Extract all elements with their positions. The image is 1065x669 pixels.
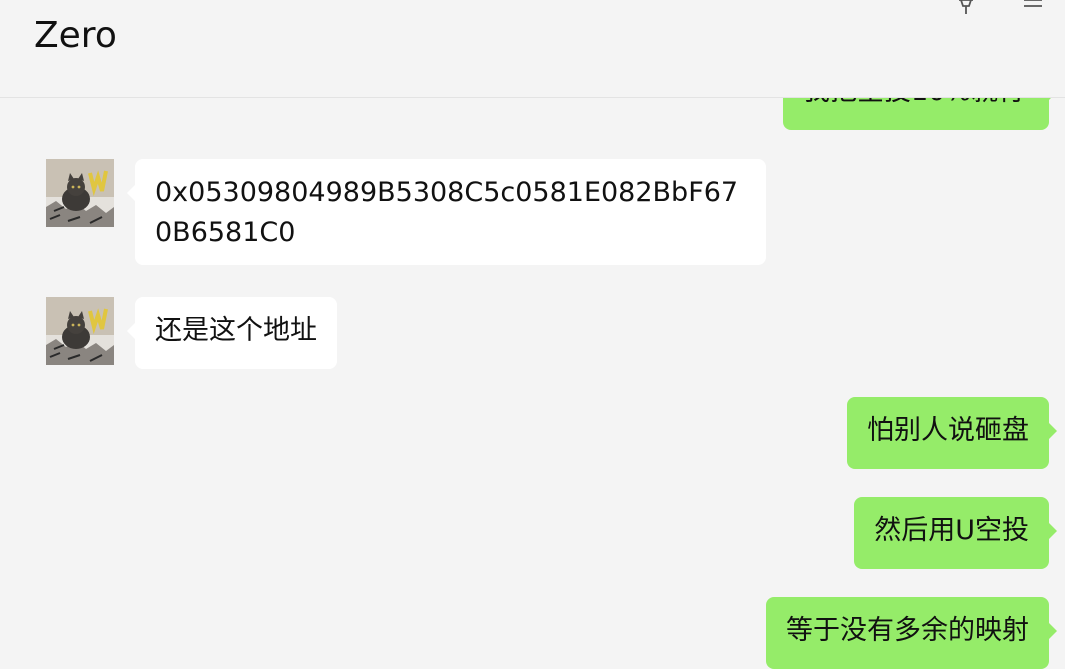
message-list[interactable]: 我把空投10%就行 0x05309804989B5308C5c0581E082B…: [0, 98, 1065, 669]
contact-avatar[interactable]: [46, 297, 114, 365]
message-bubble-incoming[interactable]: 还是这个地址: [127, 297, 337, 369]
contact-avatar[interactable]: [46, 159, 114, 227]
message-bubble-outgoing[interactable]: 然后用U空投: [854, 497, 1057, 569]
cat-avatar-image: [46, 159, 114, 227]
message-bubble-outgoing[interactable]: 等于没有多余的映射: [766, 597, 1057, 669]
chat-header: Zero: [0, 0, 1065, 98]
chat-title: Zero: [34, 15, 117, 56]
message-bubble-outgoing[interactable]: 我把空投10%就行: [783, 98, 1057, 130]
pin-icon[interactable]: [955, 0, 977, 14]
message-bubble-incoming[interactable]: 0x05309804989B5308C5c0581E082BbF670B6581…: [127, 159, 766, 265]
cat-avatar-image: [46, 297, 114, 365]
menu-icon[interactable]: [1022, 0, 1044, 10]
message-bubble-outgoing[interactable]: 怕别人说砸盘: [847, 397, 1057, 469]
